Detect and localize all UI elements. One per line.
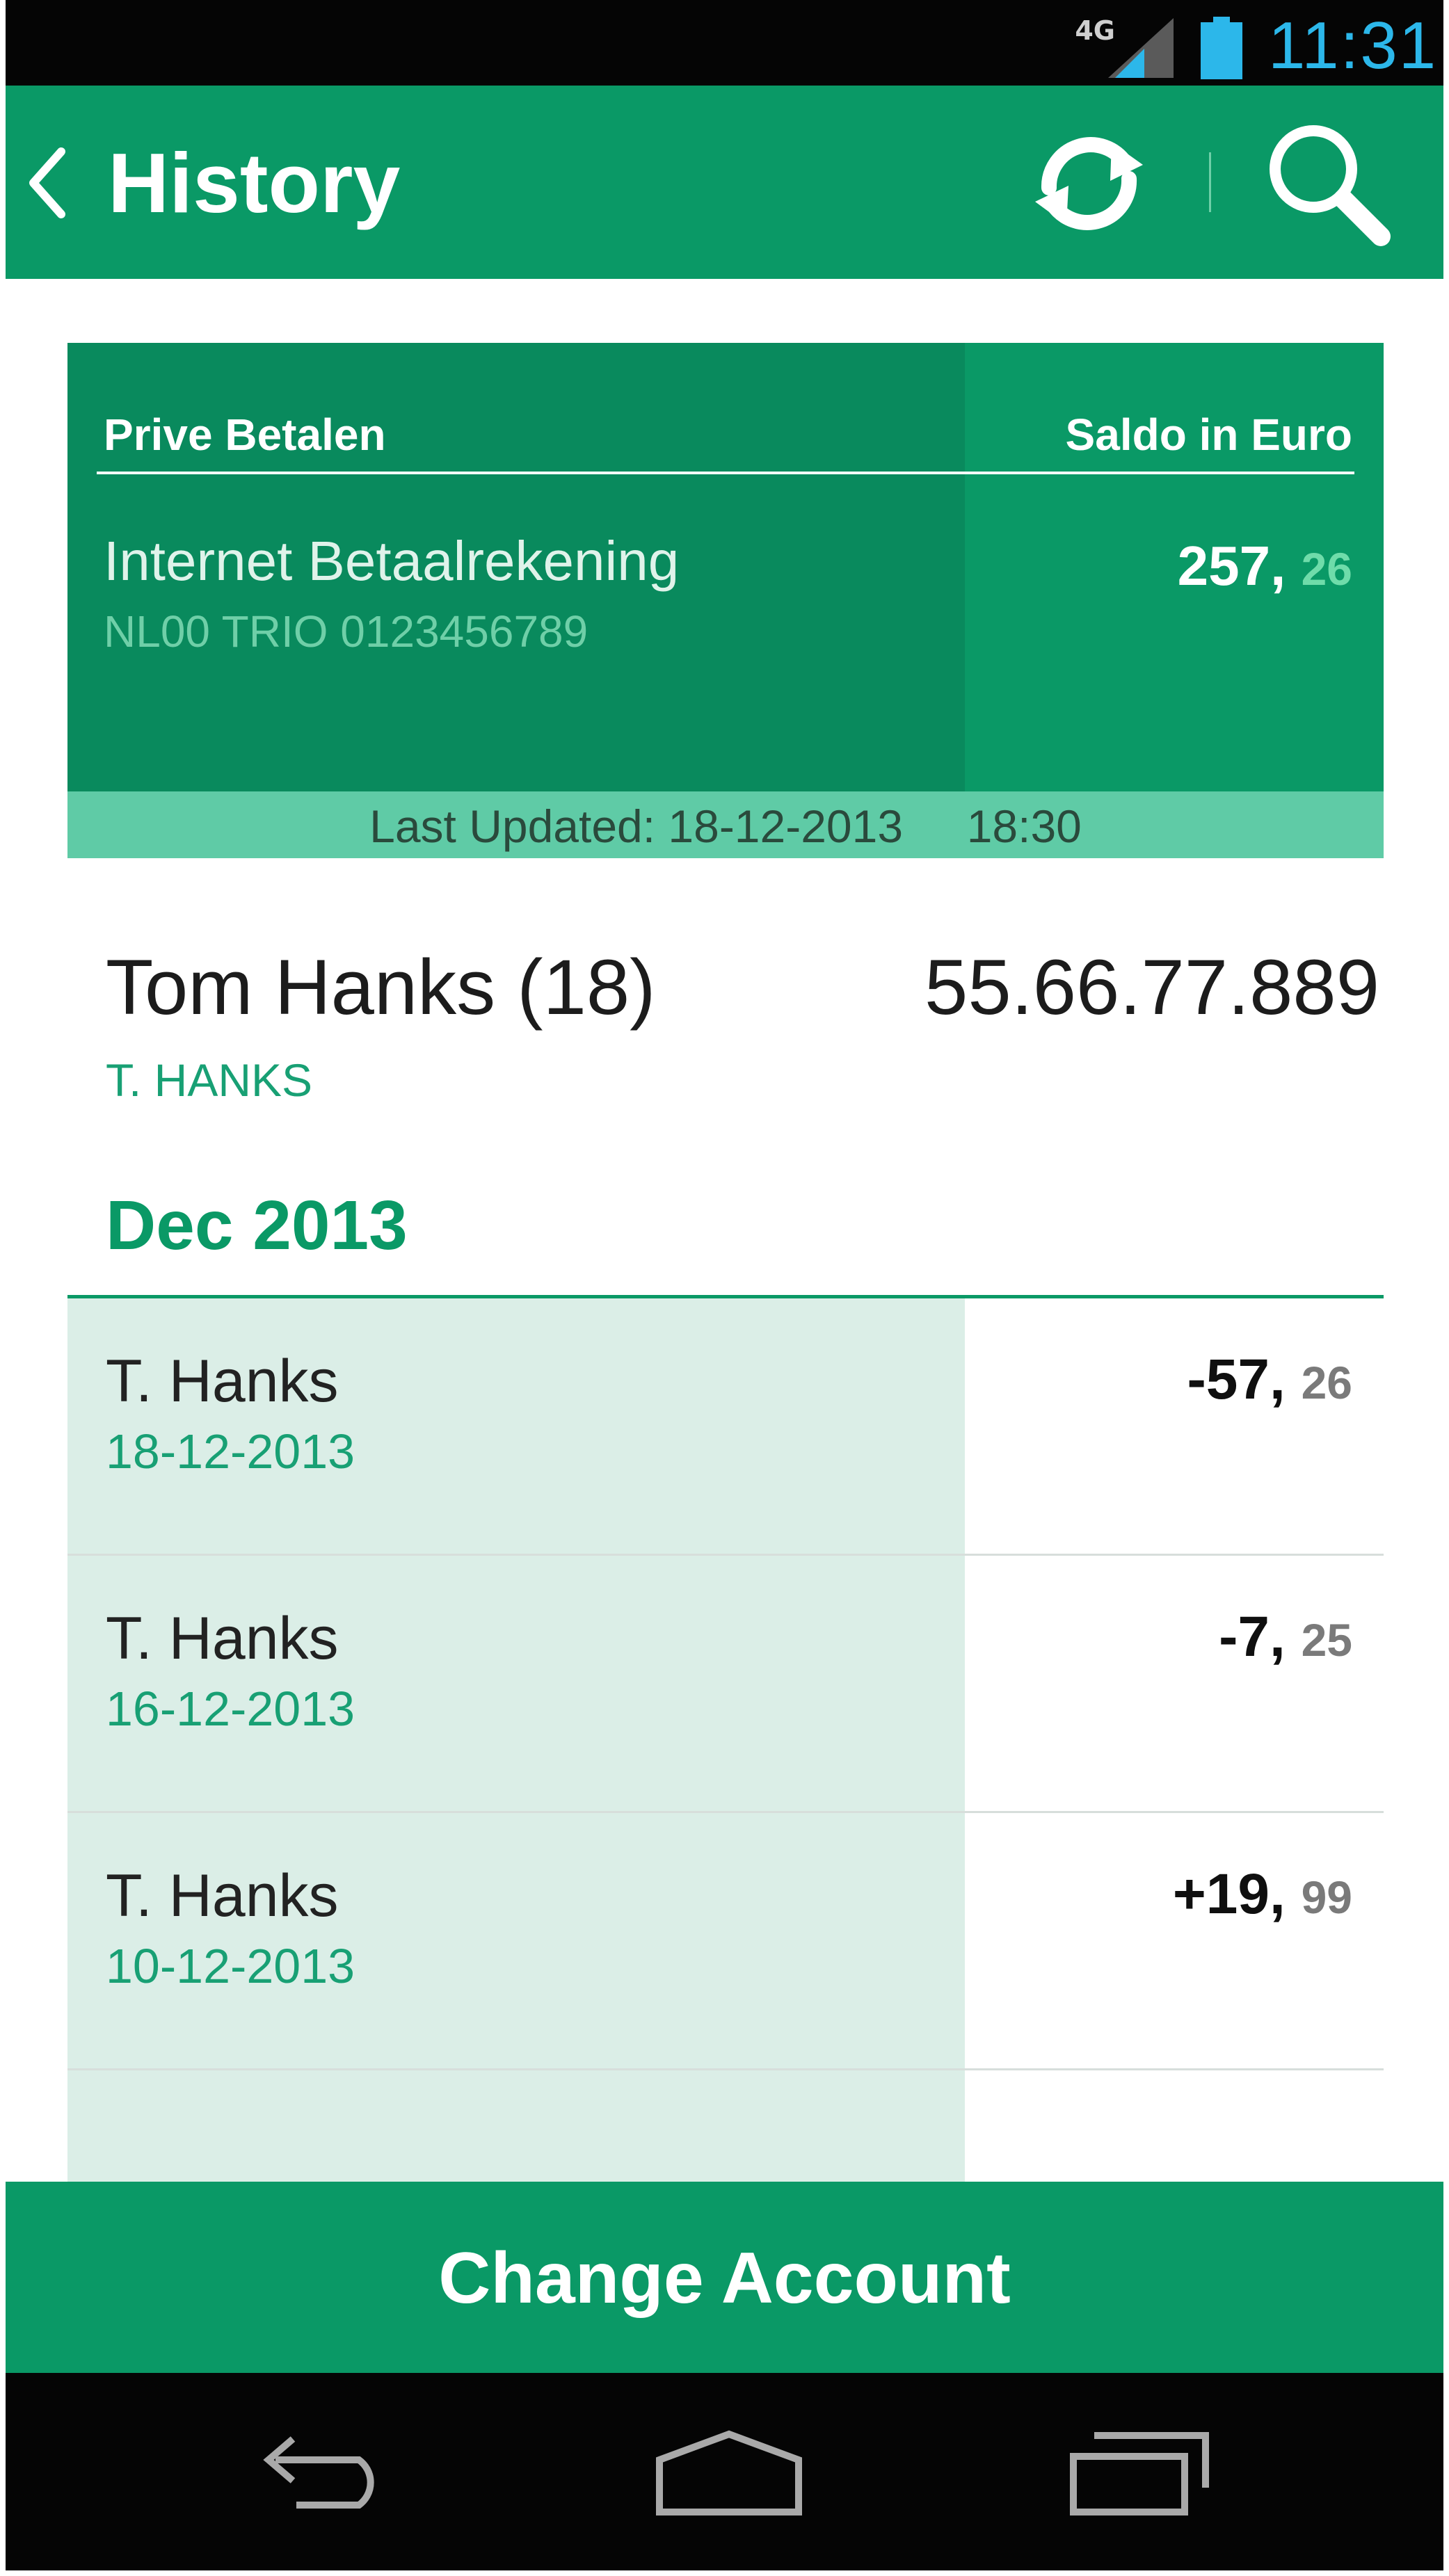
owner-short-name: T. HANKS <box>106 1054 313 1106</box>
amount-integer: -7, <box>1219 1605 1286 1668</box>
transaction-date: 16-12-2013 <box>106 1682 355 1736</box>
amount-decimal: 25 <box>1301 1614 1352 1666</box>
app-bar: History <box>6 86 1443 279</box>
search-icon[interactable] <box>1261 117 1393 249</box>
balance-integer: 257, <box>1177 535 1286 597</box>
transaction-amount: -7, 25 <box>1219 1604 1352 1670</box>
transaction-date: 10-12-2013 <box>106 1939 355 1993</box>
amount-decimal: 26 <box>1301 1357 1352 1408</box>
nav-home-icon[interactable] <box>653 2429 806 2519</box>
transaction-row[interactable]: T. Hanks 16-12-2013 -7, 25 <box>67 1556 1384 1813</box>
owner-name: Tom Hanks (18) <box>106 944 656 1031</box>
nav-back-icon[interactable] <box>255 2432 401 2515</box>
account-section-label: Prive Betalen <box>104 410 386 460</box>
system-nav-bar <box>6 2373 1443 2570</box>
page-title: History <box>108 136 401 230</box>
signal-icon <box>1108 18 1174 78</box>
last-updated-bar: Last Updated: 18-12-2013 18:30 <box>67 791 1384 858</box>
transaction-row[interactable]: T. Hanks 18-12-2013 -57, 26 <box>67 1298 1384 1556</box>
battery-icon <box>1201 17 1242 79</box>
nav-recent-apps-icon[interactable] <box>1063 2429 1216 2519</box>
amount-integer: -57, <box>1187 1348 1286 1411</box>
amount-integer: +19, <box>1172 1862 1286 1926</box>
card-divider <box>97 472 1354 474</box>
transaction-name: T. Hanks <box>106 1605 339 1672</box>
last-updated-text: Last Updated: 18-12-2013 18:30 <box>369 800 1082 852</box>
balance-label: Saldo in Euro <box>1065 410 1352 460</box>
transaction-name: T. Hanks <box>106 1348 339 1415</box>
month-header: Dec 2013 <box>106 1186 408 1264</box>
app-screen: 4G 11:31 History Prive Betalen Saldo in … <box>0 0 1449 2576</box>
transaction-row[interactable]: T. Hanks 10-12-2013 +19, 99 <box>67 1813 1384 2070</box>
app-bar-divider <box>1209 152 1211 212</box>
balance-decimal: 26 <box>1301 543 1352 595</box>
change-account-label: Change Account <box>438 2238 1011 2319</box>
account-iban: NL00 TRIO 0123456789 <box>104 606 589 657</box>
transaction-amount: -57, 26 <box>1187 1347 1352 1412</box>
amount-decimal: 99 <box>1301 1871 1352 1923</box>
refresh-icon[interactable] <box>1028 122 1150 243</box>
account-name: Internet Betaalrekening <box>104 530 680 592</box>
status-time: 11:31 <box>1268 8 1438 83</box>
row-divider <box>67 2068 1384 2070</box>
transaction-date: 18-12-2013 <box>106 1424 355 1479</box>
account-card[interactable]: Prive Betalen Saldo in Euro Internet Bet… <box>67 343 1384 791</box>
transaction-name: T. Hanks <box>106 1862 339 1929</box>
change-account-button[interactable]: Change Account <box>6 2182 1443 2373</box>
owner-number: 55.66.77.889 <box>924 944 1379 1031</box>
transaction-amount: +19, 99 <box>1173 1862 1352 1927</box>
back-icon[interactable] <box>23 145 72 221</box>
status-bar: 4G 11:31 <box>6 0 1443 86</box>
transaction-list: T. Hanks 18-12-2013 -57, 26 T. Hanks 16-… <box>67 1298 1384 2182</box>
account-balance: 257, 26 <box>1178 534 1352 598</box>
